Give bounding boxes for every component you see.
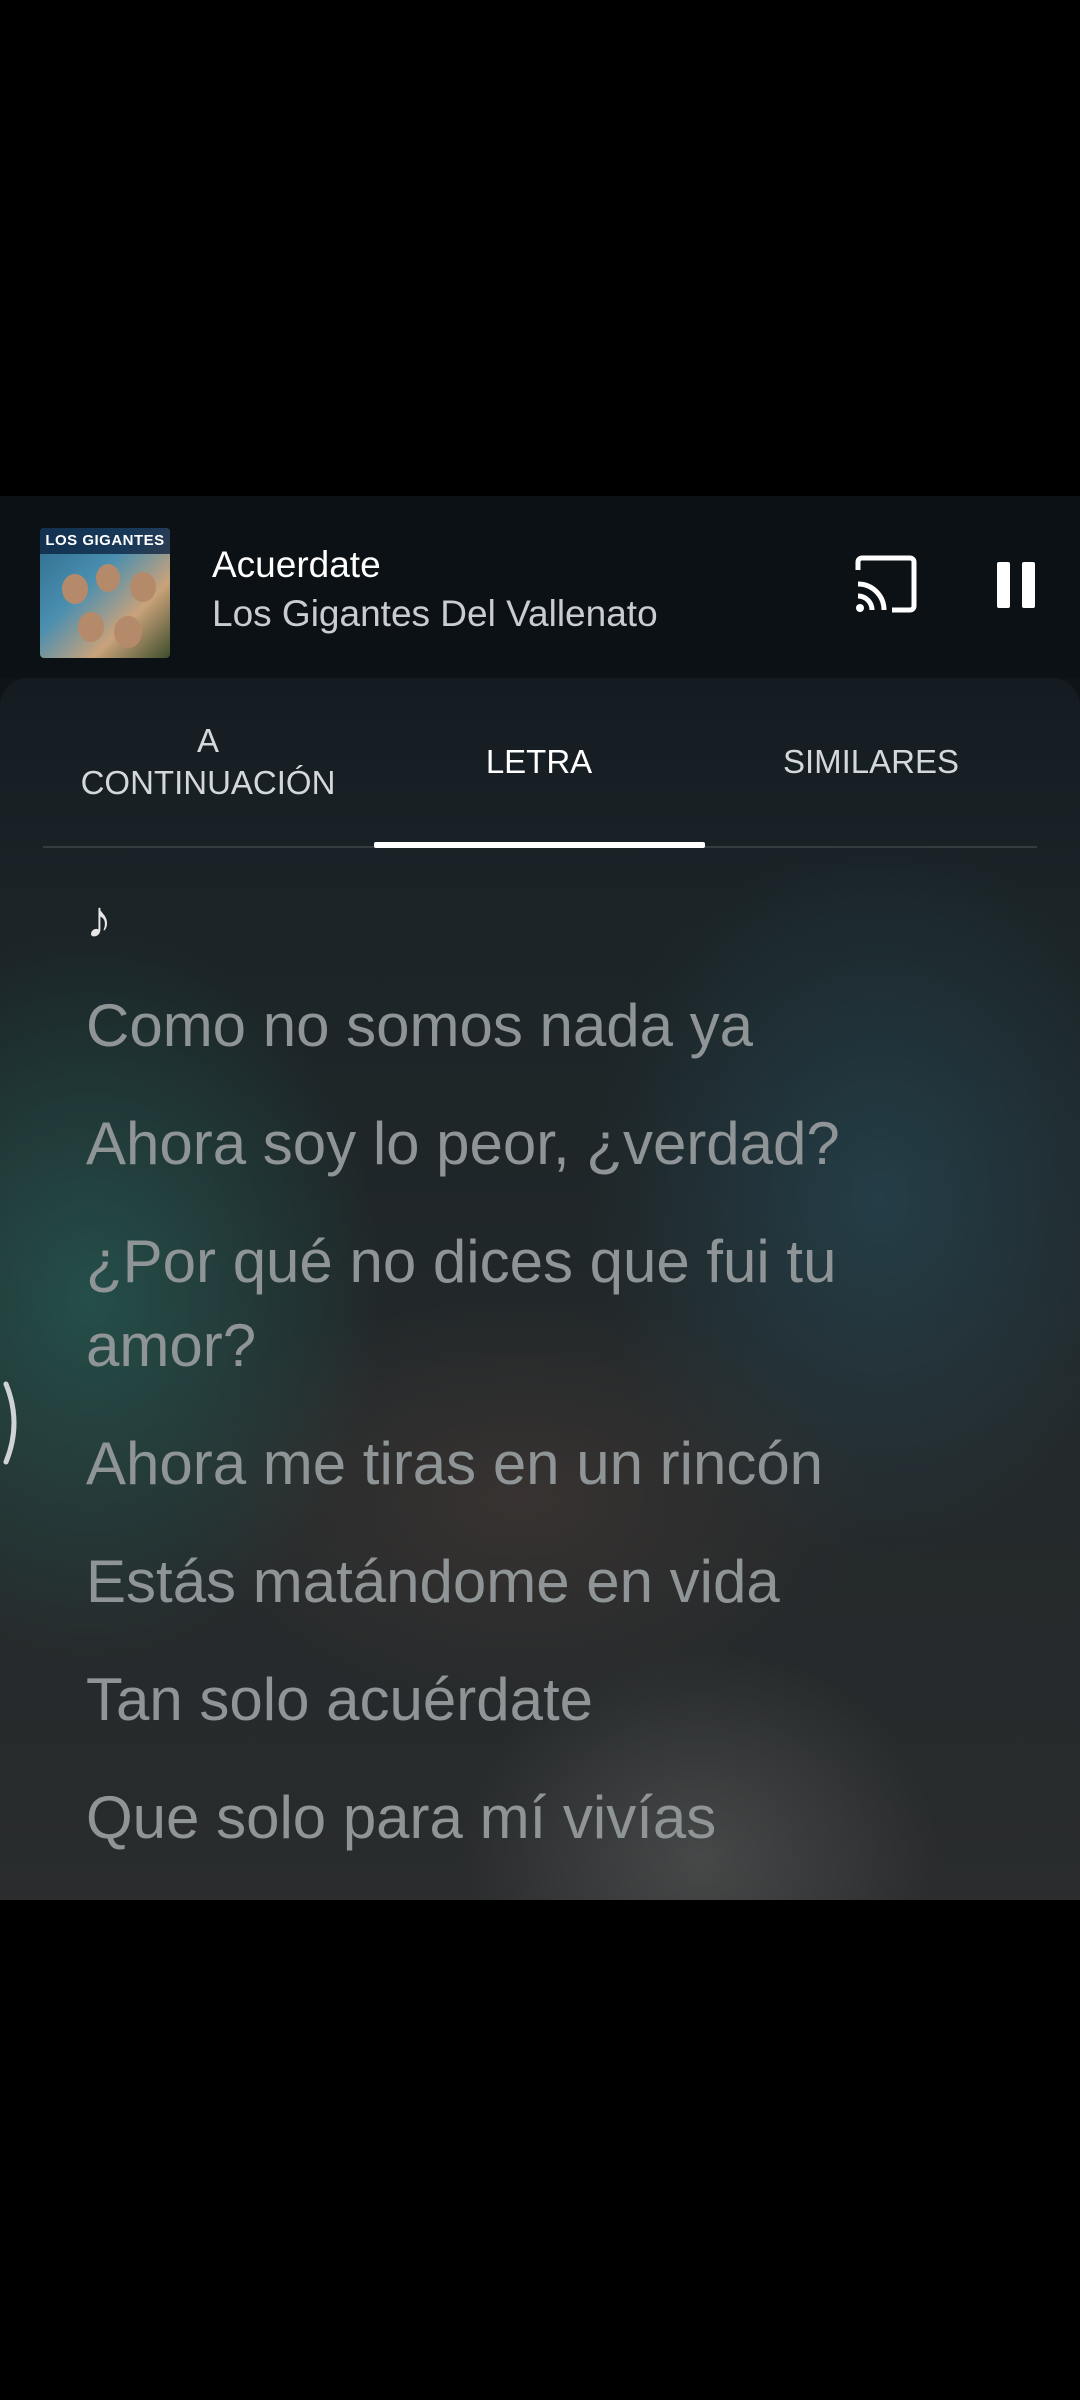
lyric-line: ¿Por qué no dices que fui tu amor? <box>86 1228 837 1379</box>
tab-lyrics-label: LETRA <box>485 743 593 780</box>
status-area <box>0 0 1080 496</box>
cast-button[interactable] <box>852 550 920 618</box>
tab-up-next[interactable]: A CONTINUACIÓN <box>43 678 373 846</box>
track-artist[interactable]: Los Gigantes Del Vallenato <box>212 593 658 635</box>
active-tab-indicator <box>374 842 705 848</box>
lyrics-sheet: A CONTINUACIÓN LETRA SIMILARES ♪ Como no… <box>0 678 1080 1900</box>
lyric-line: Como no somos nada ya <box>86 992 754 1059</box>
tab-lyrics[interactable]: LETRA <box>374 678 704 846</box>
tab-up-next-label: A CONTINUACIÓN <box>80 722 336 801</box>
left-edge-handle[interactable] <box>0 1378 30 1468</box>
music-note-icon: ♪ <box>86 891 112 949</box>
lyrics-list: ♪ Como no somos nada ya Ahora soy lo peo… <box>86 878 986 1894</box>
pause-button[interactable] <box>985 550 1047 620</box>
tab-bar: A CONTINUACIÓN LETRA SIMILARES <box>43 678 1037 848</box>
album-art[interactable]: LOS GIGANTES <box>40 528 170 658</box>
tab-related-label: SIMILARES <box>782 743 960 780</box>
album-art-band-text: LOS GIGANTES <box>40 528 170 554</box>
music-app: LOS GIGANTES Acuerdate Los Gigantes Del … <box>0 496 1080 1900</box>
lyric-line: Ahora me tiras en un rincón <box>86 1430 824 1497</box>
tab-related[interactable]: SIMILARES <box>706 678 1036 846</box>
track-title[interactable]: Acuerdate <box>212 544 381 586</box>
lyric-line: Tan solo acuérdate <box>86 1666 594 1733</box>
mini-player[interactable]: LOS GIGANTES Acuerdate Los Gigantes Del … <box>0 496 1080 678</box>
cast-icon <box>855 555 917 613</box>
lyric-line: Que solo para mí vivías <box>86 1784 717 1851</box>
lyric-line: Estás matándome en vida <box>86 1548 780 1615</box>
lyric-line: Ahora soy lo peor, ¿verdad? <box>86 1110 840 1177</box>
pause-icon <box>997 562 1035 608</box>
